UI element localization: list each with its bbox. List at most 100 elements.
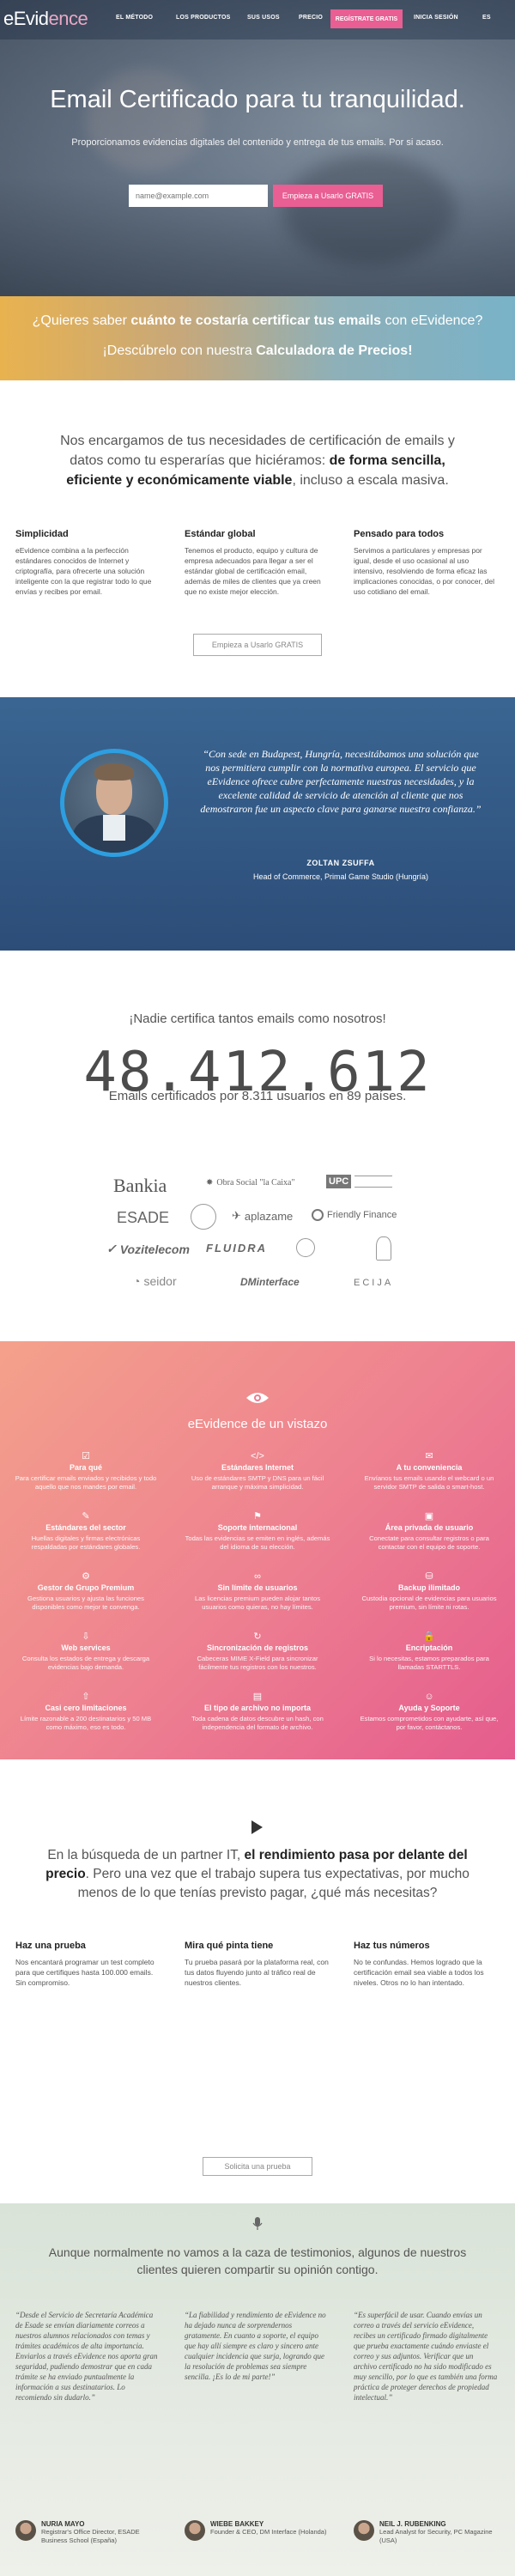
logo-text-main: eEvid bbox=[3, 8, 49, 29]
nav-item-metodo[interactable]: EL MÉTODO bbox=[116, 15, 153, 21]
feature-icon: ☑ bbox=[82, 1451, 90, 1461]
client-logo-fluidra: FLUIDRA bbox=[206, 1242, 268, 1255]
logo-text-accent: ence bbox=[48, 8, 88, 29]
feature-text: Conectate para consultar registros o par… bbox=[369, 1534, 489, 1551]
feature-title: El tipo de archivo no importa bbox=[203, 1704, 311, 1712]
testimonial-author: NEIL J. RUBENKING Lead Analyst for Securi… bbox=[354, 2520, 498, 2545]
feature-icon: ✎ bbox=[82, 1511, 90, 1522]
partner-column-numbers: Haz tus números No te confundas. Hemos lo… bbox=[354, 1941, 500, 1988]
bird-icon: ✈ bbox=[232, 1209, 241, 1222]
column-title: Haz tus números bbox=[354, 1941, 430, 1951]
upc-lines bbox=[354, 1176, 393, 1188]
feature-item-estandares-del-sector: ✎ Estándares del sector Huellas digitales … bbox=[13, 1511, 159, 1552]
calc-text: ¿Quieres saber bbox=[32, 313, 131, 328]
feature-icon: </> bbox=[251, 1451, 264, 1461]
feature-text: Las licencias premium pueden alojar tant… bbox=[194, 1595, 321, 1611]
nav-item-usos[interactable]: SUS USOS bbox=[247, 15, 280, 21]
avatar-hair bbox=[94, 763, 134, 781]
nav-item-productos[interactable]: LOS PRODUCTOS bbox=[176, 15, 231, 21]
client-logo-vozitelecom: ✓ Vozitelecom bbox=[106, 1242, 190, 1256]
partner-seal-icon bbox=[296, 1238, 315, 1257]
feature-item-ayuda-y-soporte: ☺ Ayuda y Soporte Estamos comprometidos co… bbox=[356, 1692, 502, 1732]
testimonial-avatar bbox=[60, 749, 168, 857]
partner-text: En la búsqueda de un partner IT, bbox=[47, 1848, 245, 1862]
testimonials-heading: Aunque normalmente no vamos a la caza de… bbox=[48, 2245, 467, 2276]
microphone-icon bbox=[252, 2217, 263, 2230]
feature-item-casi-cero-limitaciones: ⇧ Casi cero limitaciones Límite razonable … bbox=[13, 1692, 159, 1732]
author-role: Founder & CEO, DM Interface (Holanda) bbox=[210, 2528, 327, 2536]
partner-statement: En la búsqueda de un partner IT, el rend… bbox=[34, 1846, 481, 1903]
feature-title: Web services bbox=[61, 1643, 111, 1652]
price-calculator-banner[interactable]: ¿Quieres saber cuánto te costaría certif… bbox=[0, 296, 515, 380]
client-logo-upc: UPC bbox=[326, 1175, 393, 1188]
feature-item-gestor-de-grupo-premium: ⚙ Gestor de Grupo Premium Gestiona usuario… bbox=[13, 1571, 159, 1612]
top-nav: eEvidence EL MÉTODO LOS PRODUCTOS SUS US… bbox=[0, 0, 515, 39]
column-title: Pensado para todos bbox=[354, 529, 445, 539]
feature-column-standard: Estándar global Tenemos el producto, equi… bbox=[185, 529, 330, 597]
author-name: NEIL J. RUBENKING bbox=[379, 2520, 446, 2528]
feature-column-everyone: Pensado para todos Servimos a particulare… bbox=[354, 529, 500, 597]
column-text: Tu prueba pasará por la plataforma real,… bbox=[185, 1958, 329, 1987]
email-input[interactable] bbox=[129, 185, 268, 207]
nav-item-precio[interactable]: PRECIO bbox=[299, 15, 323, 21]
university-seal-icon bbox=[191, 1204, 216, 1230]
counter-heading: ¡Nadie certifica tantos emails como noso… bbox=[129, 1012, 386, 1026]
feature-text: Para certificar emails enviados y recibi… bbox=[15, 1474, 157, 1491]
certification-badge-icon bbox=[376, 1236, 391, 1261]
feature-title: Área privada de usuario bbox=[385, 1523, 474, 1532]
feature-title: Estándares del sector bbox=[45, 1523, 126, 1532]
author-role: Registrar's Office Director, ESADE Busin… bbox=[41, 2528, 140, 2544]
start-free-button-secondary[interactable]: Empieza a Usarlo GRATIS bbox=[193, 634, 322, 656]
feature-title: Casi cero limitaciones bbox=[45, 1704, 127, 1712]
column-text: Servimos a particulares y empresas por i… bbox=[354, 546, 494, 596]
feature-text: Huellas digitales y firmas electrónicas … bbox=[31, 1534, 141, 1551]
calculator-link[interactable]: ¡Descúbrelo con nuestra Calculadora de P… bbox=[0, 343, 515, 359]
feature-item-soporte-internacional: ⚑ Soporte internacional Todas las evidenci… bbox=[185, 1511, 330, 1552]
play-icon[interactable] bbox=[251, 1820, 263, 1834]
calc-text: ¡Descúbrelo con nuestra bbox=[102, 343, 257, 358]
partner-column-look: Mira qué pinta tiene Tu prueba pasará por… bbox=[185, 1941, 330, 1988]
language-selector[interactable]: ES bbox=[482, 15, 491, 21]
client-logo-text: Obra Social "la Caixa" bbox=[216, 1178, 295, 1188]
testimonial-role: Head of Commerce, Primal Game Studio (Hu… bbox=[252, 872, 429, 881]
client-logo-seidor: ◔ seidor bbox=[133, 1274, 177, 1288]
calc-text-bold: Calculadora de Precios! bbox=[256, 343, 413, 358]
feature-item-sin-limite-de-usuarios: ∞ Sin límite de usuarios Las licencias pre… bbox=[185, 1571, 330, 1612]
hero-title: Email Certificado para tu tranquilidad. bbox=[50, 86, 465, 113]
client-logo-aplazame: ✈ aplazame bbox=[232, 1209, 293, 1223]
client-logo-lacaixa: ✸ Obra Social "la Caixa" bbox=[206, 1178, 295, 1188]
testimonial-author: WIEBE BAKKEY Founder & CEO, DM Interface … bbox=[185, 2520, 329, 2541]
column-text: Nos encantará programar un test completo… bbox=[15, 1958, 154, 1987]
login-link[interactable]: INICIA SESIÓN bbox=[414, 15, 458, 21]
hero-section bbox=[0, 0, 515, 296]
client-logo-text: aplazame bbox=[244, 1209, 294, 1223]
feature-column-simplicity: Simplicidad eEvidence combina a la perfec… bbox=[15, 529, 161, 597]
author-role: Lead Analyst for Security, PC Magazine (… bbox=[379, 2528, 493, 2544]
feature-title: Sincronización de registros bbox=[206, 1643, 309, 1652]
client-logo-esade: ESADE bbox=[117, 1209, 170, 1226]
feature-icon: ⚙ bbox=[82, 1571, 90, 1582]
feature-icon: ⛁ bbox=[425, 1571, 433, 1582]
testimonial-quote: “Desde el Servicio de Secretaría Académi… bbox=[15, 2311, 158, 2402]
feature-icon: ∞ bbox=[254, 1571, 261, 1582]
feature-text: Si lo necesitas, estamos preparados para… bbox=[369, 1655, 489, 1671]
feature-icon: ↻ bbox=[253, 1631, 262, 1642]
request-trial-button[interactable]: Solicita una prueba bbox=[203, 2157, 312, 2176]
author-avatar bbox=[185, 2520, 205, 2541]
check-icon: ✓ bbox=[106, 1242, 117, 1255]
feature-icon: ✉ bbox=[425, 1451, 433, 1461]
feature-text: Límite razonable a 200 destinatarios y 5… bbox=[20, 1715, 152, 1731]
brand-logo[interactable]: eEvidence bbox=[3, 8, 88, 30]
feature-title: Ayuda y Soporte bbox=[398, 1704, 460, 1712]
feature-text: Todas las evidencias se emiten en inglés… bbox=[185, 1534, 330, 1551]
feature-item-encriptacion: 🔒 Encriptación Si lo necesitas, estamos pr… bbox=[356, 1631, 502, 1672]
column-text: No te confundas. Hemos logrado que la ce… bbox=[354, 1958, 484, 1987]
feature-title: A tu conveniencia bbox=[396, 1463, 463, 1472]
partner-text: . Pero una vez que el trabajo supera tus… bbox=[77, 1867, 470, 1900]
register-button[interactable]: REGÍSTRATE GRATIS bbox=[330, 9, 403, 28]
feature-icon: ▤ bbox=[252, 1692, 263, 1702]
start-free-button[interactable]: Empieza a Usarlo GRATIS bbox=[273, 185, 383, 207]
calc-text: con eEvidence? bbox=[381, 313, 483, 328]
circle-logo-icon bbox=[312, 1209, 324, 1221]
client-logo-text: Friendly Finance bbox=[327, 1210, 397, 1220]
